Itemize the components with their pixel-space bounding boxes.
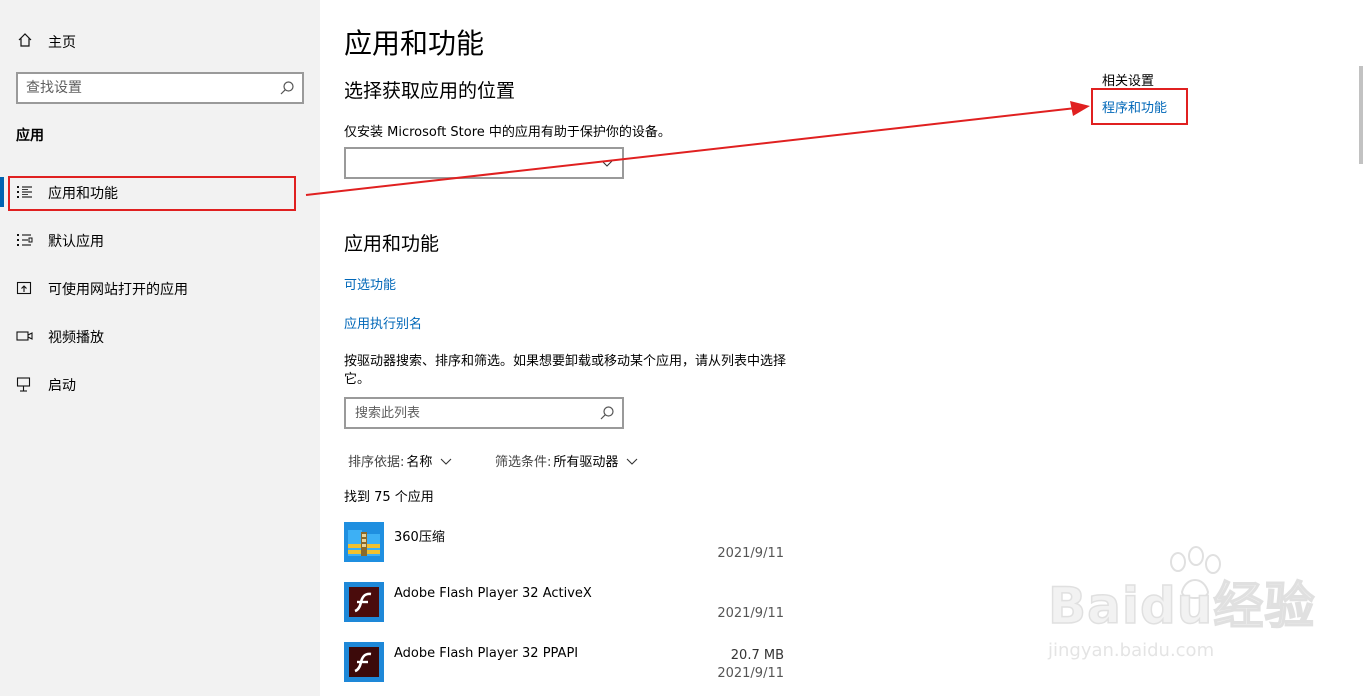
- home-icon: [18, 33, 32, 47]
- related-settings-title: 相关设置: [1102, 74, 1155, 89]
- app-size: 20.7 MB: [730, 648, 784, 663]
- app-execution-alias-link[interactable]: 应用执行别名: [344, 313, 422, 332]
- chevron-down-icon: [601, 160, 613, 167]
- sidebar-item-label: 启动: [48, 378, 76, 394]
- page-title: 应用和功能: [344, 27, 485, 60]
- app-name: 360压缩: [394, 530, 445, 545]
- sidebar-item-label: 默认应用: [48, 234, 104, 250]
- app-list-item[interactable]: 360压缩 2021/9/11: [344, 522, 784, 578]
- apps-search-box[interactable]: [344, 397, 624, 429]
- sidebar: 主页 应用 应用和功能 默认应用 可使用网站打开的应用: [0, 0, 320, 696]
- sidebar-item-label: 视频播放: [48, 330, 104, 346]
- search-icon[interactable]: [279, 80, 295, 96]
- annotation-box-related: [1091, 88, 1188, 125]
- app-name: Adobe Flash Player 32 PPAPI: [394, 646, 579, 661]
- flash-player-icon: [344, 642, 384, 682]
- apps-features-heading: 应用和功能: [344, 233, 440, 255]
- nav-home-label: 主页: [48, 35, 76, 51]
- sidebar-item-startup[interactable]: 启动: [0, 364, 320, 404]
- filter-value: 所有驱动器: [553, 455, 619, 470]
- filter-label: 筛选条件:: [495, 455, 552, 470]
- app-date: 2021/9/11: [717, 666, 784, 681]
- nav-home[interactable]: 主页: [0, 24, 320, 58]
- app-name: Adobe Flash Player 32 ActiveX: [394, 586, 592, 601]
- video-icon: [16, 331, 33, 341]
- apps-search-input[interactable]: [355, 404, 595, 422]
- watermark-url: jingyan.baidu.com: [1048, 640, 1215, 661]
- app-date: 2021/9/11: [717, 546, 784, 561]
- settings-search-input[interactable]: [26, 79, 276, 97]
- optional-features-link[interactable]: 可选功能: [344, 274, 396, 293]
- search-icon[interactable]: [599, 405, 615, 421]
- sidebar-item-video-playback[interactable]: 视频播放: [0, 316, 320, 356]
- choose-location-heading: 选择获取应用的位置: [344, 80, 516, 102]
- filter-by-dropdown[interactable]: 筛选条件: 所有驱动器: [495, 451, 638, 470]
- app-source-dropdown[interactable]: [344, 147, 624, 179]
- sidebar-item-default-apps[interactable]: 默认应用: [0, 220, 320, 260]
- app-date: 2021/9/11: [717, 606, 784, 621]
- annotation-box-sidebar: [8, 176, 296, 211]
- baidu-watermark: Baidu经验 jingyan.baidu.com: [1040, 546, 1340, 666]
- app-list-item[interactable]: Adobe Flash Player 32 PPAPI 20.7 MB 2021…: [344, 642, 784, 696]
- watermark-brand: Baidu经验: [1047, 576, 1316, 636]
- apps-count: 找到 75 个应用: [344, 490, 434, 505]
- selected-indicator: [0, 177, 4, 207]
- startup-icon: [16, 377, 31, 392]
- chevron-down-icon: [627, 458, 638, 465]
- chevron-down-icon: [441, 458, 452, 465]
- sidebar-item-label: 可使用网站打开的应用: [48, 282, 188, 298]
- sidebar-item-apps-for-websites[interactable]: 可使用网站打开的应用: [0, 268, 320, 308]
- sort-value: 名称: [406, 455, 433, 470]
- apps-search-description: 按驱动器搜索、排序和筛选。如果想要卸载或移动某个应用，请从列表中选择它。: [344, 354, 787, 387]
- sort-label: 排序依据:: [348, 455, 405, 470]
- open-in-app-icon: [16, 281, 32, 295]
- sidebar-section-title: 应用: [16, 128, 44, 144]
- scrollbar[interactable]: [1359, 66, 1363, 164]
- choose-location-description: 仅安装 Microsoft Store 中的应用有助于保护你的设备。: [344, 125, 671, 140]
- archive-app-icon: [344, 522, 384, 562]
- default-apps-icon: [17, 234, 33, 246]
- sort-by-dropdown[interactable]: 排序依据: 名称: [348, 451, 452, 470]
- settings-search-box[interactable]: [16, 72, 304, 104]
- flash-player-icon: [344, 582, 384, 622]
- app-list-item[interactable]: Adobe Flash Player 32 ActiveX 2021/9/11: [344, 582, 784, 638]
